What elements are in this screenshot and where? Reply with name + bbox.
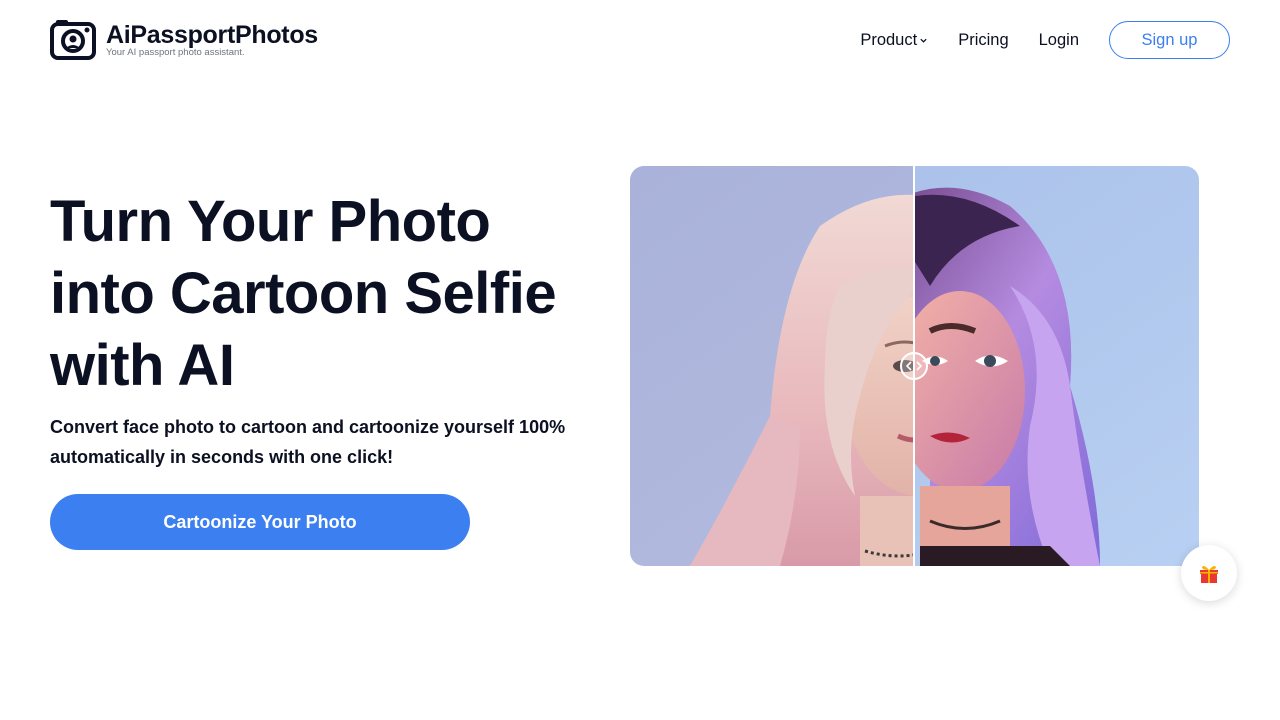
logo-link[interactable]: AiPassportPhotos Your AI passport photo …	[50, 18, 318, 60]
chevron-left-right-icon	[906, 361, 922, 371]
hero-subtitle: Convert face photo to cartoon and cartoo…	[50, 412, 610, 472]
chevron-down-icon	[920, 38, 927, 43]
gift-button[interactable]	[1181, 545, 1237, 601]
brand-name: AiPassportPhotos	[106, 21, 318, 49]
main-nav: Product Pricing Login Sign up	[860, 21, 1230, 59]
compare-slider-handle[interactable]	[900, 352, 928, 380]
nav-product[interactable]: Product	[860, 31, 928, 50]
gift-icon	[1200, 566, 1218, 583]
site-header: AiPassportPhotos Your AI passport photo …	[0, 0, 1280, 80]
before-after-comparison[interactable]	[630, 166, 1199, 566]
nav-pricing[interactable]: Pricing	[958, 31, 1008, 50]
logo-text: AiPassportPhotos Your AI passport photo …	[106, 20, 318, 58]
hero-title-line-3: with AI	[50, 333, 235, 398]
nav-product-label: Product	[860, 30, 918, 49]
hero-title-line-2: into Cartoon Selfie	[50, 261, 557, 326]
camera-logo-icon	[50, 20, 96, 60]
nav-login[interactable]: Login	[1039, 31, 1079, 50]
hero-subtitle-line-1: Convert face photo to cartoon and cartoo…	[50, 417, 566, 437]
hero-title-line-1: Turn Your Photo	[50, 189, 491, 254]
cartoonize-button[interactable]: Cartoonize Your Photo	[50, 494, 470, 550]
brand-tagline: Your AI passport photo assistant.	[106, 47, 245, 58]
hero-subtitle-line-2: automatically in seconds with one click!	[50, 447, 394, 467]
signup-button[interactable]: Sign up	[1109, 21, 1230, 59]
hero-title: Turn Your Photo into Cartoon Selfie with…	[50, 186, 610, 402]
